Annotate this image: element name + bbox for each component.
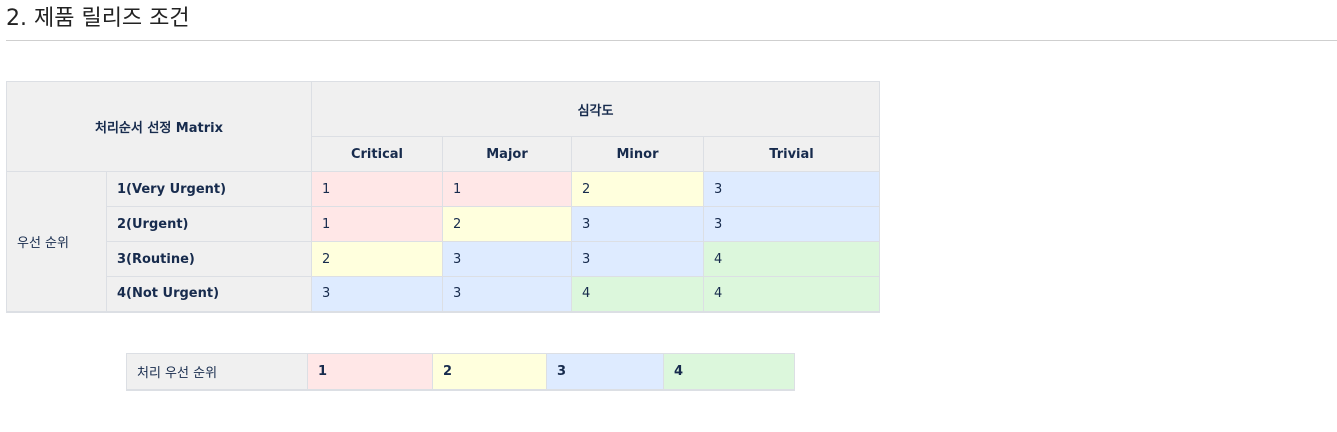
matrix-cell: 1 (311, 206, 443, 242)
matrix-cell: 3 (571, 206, 704, 242)
legend-swatch: 2 (432, 353, 547, 390)
table-row: 2(Urgent) 1 2 3 3 (7, 206, 881, 242)
legend-row: 처리 우선 순위 1 2 3 4 (126, 353, 795, 390)
matrix-cell: 2 (311, 241, 443, 277)
legend-swatch: 3 (546, 353, 664, 390)
matrix-cell: 2 (571, 171, 704, 207)
priority-row-header: 3(Routine) (106, 241, 312, 277)
matrix-corner-header: 처리순서 선정 Matrix (6, 81, 312, 172)
severity-column-header: Trivial (702, 136, 881, 172)
severity-header: 심각도 (310, 81, 881, 137)
priority-legend-table: 처리 우선 순위 1 2 3 4 (126, 353, 795, 391)
matrix-cell: 4 (571, 276, 704, 312)
matrix-cell: 4 (702, 241, 881, 277)
priority-matrix-table: 처리순서 선정 Matrix 심각도 Critical Major Minor … (6, 81, 881, 313)
page-title: 2. 제품 릴리즈 조건 (6, 6, 190, 31)
priority-row-header: 1(Very Urgent) (106, 171, 312, 207)
matrix-cell: 4 (702, 276, 881, 312)
matrix-cell: 1 (311, 171, 443, 207)
table-row: 우선 순위 1(Very Urgent) 1 1 2 3 (6, 171, 881, 312)
legend-swatch: 4 (663, 353, 795, 390)
severity-column-header: Major (442, 136, 572, 172)
priority-group-header: 우선 순위 (6, 171, 107, 312)
legend-swatch: 1 (307, 353, 433, 390)
table-row: 3(Routine) 2 3 3 4 (7, 241, 881, 277)
matrix-header-row: 처리순서 선정 Matrix 심각도 (6, 81, 881, 172)
matrix-cell: 3 (571, 241, 704, 277)
matrix-cell: 3 (442, 276, 572, 312)
matrix-cell: 3 (442, 241, 572, 277)
legend-label: 처리 우선 순위 (126, 353, 308, 390)
table-row: 4(Not Urgent) 3 3 4 4 (6, 276, 881, 312)
matrix-cell: 3 (311, 276, 443, 312)
title-divider (6, 40, 1337, 41)
matrix-cell: 3 (702, 171, 881, 207)
page: 2. 제품 릴리즈 조건 처리순서 선정 Matrix 심각도 Critical… (0, 0, 1337, 432)
severity-column-header: Minor (571, 136, 704, 172)
matrix-cell: 1 (442, 171, 572, 207)
matrix-cell: 3 (702, 206, 881, 242)
matrix-cell: 2 (442, 206, 572, 242)
priority-row-header: 4(Not Urgent) (106, 276, 312, 312)
severity-column-header: Critical (311, 136, 443, 172)
priority-row-header: 2(Urgent) (106, 206, 312, 242)
